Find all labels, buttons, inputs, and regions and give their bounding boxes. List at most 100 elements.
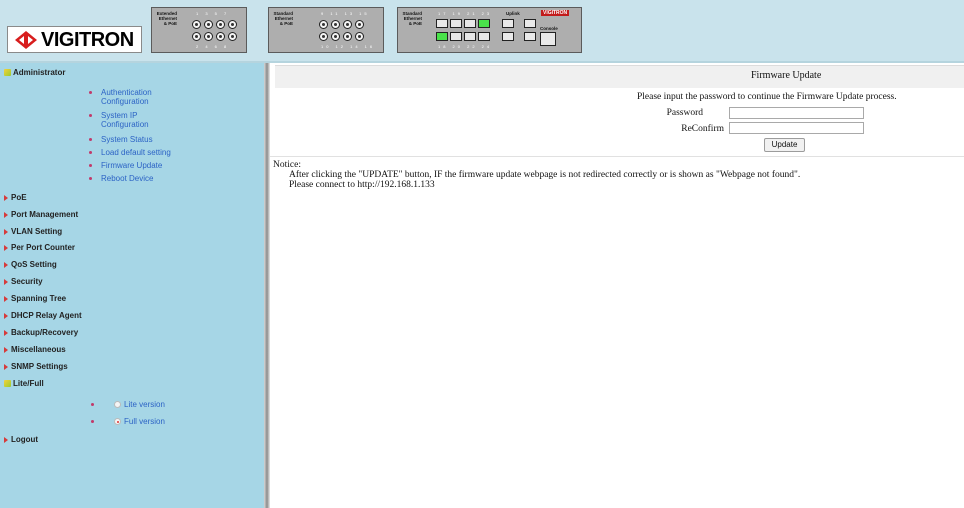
- divider: [270, 156, 964, 157]
- menu-label: Miscellaneous: [11, 345, 66, 354]
- instruction-text: Please input the password to continue th…: [637, 92, 897, 102]
- menu-backup-recovery[interactable]: Backup/Recovery: [4, 328, 78, 338]
- lite-version-radio[interactable]: [114, 401, 121, 408]
- collapsed-arrow-icon: [4, 436, 8, 443]
- menu-lite-full[interactable]: Lite/Full: [4, 379, 44, 389]
- menu-spanning-tree[interactable]: Spanning Tree: [4, 294, 66, 304]
- frame-divider[interactable]: [264, 63, 270, 508]
- menu-dhcp-relay-agent[interactable]: DHCP Relay Agent: [4, 311, 82, 321]
- menu-label: SNMP Settings: [11, 362, 68, 371]
- port-icon: [343, 32, 352, 41]
- bullet-icon: [89, 114, 92, 117]
- reconfirm-input[interactable]: [729, 122, 864, 134]
- port-icon: [355, 32, 364, 41]
- switch-panel-standard-1: Standard Ethernet & PoE 9 11 13 15 10 12…: [268, 7, 384, 53]
- radio-label: Lite version: [124, 400, 165, 409]
- menu-administrator[interactable]: Administrator: [4, 68, 65, 78]
- password-input[interactable]: [729, 107, 864, 119]
- uplink-port-icon: [524, 19, 536, 28]
- reconfirm-label: ReConfirm: [681, 124, 724, 134]
- uplink-port-icon: [524, 32, 536, 41]
- notice-line-2: Please connect to http://192.168.1.133: [289, 180, 435, 190]
- console-label: Console: [540, 26, 558, 31]
- header-banner: VIGITRON Extended Ethernet & PoE 1 3 5 7…: [0, 0, 964, 63]
- collapsed-arrow-icon: [4, 261, 8, 268]
- sidebar-item-label: Authentication Configuration: [101, 88, 152, 106]
- panel-label-line: & PoE: [163, 21, 177, 26]
- collapsed-arrow-icon: [4, 363, 8, 370]
- sidebar-item-label: System IP Configuration: [101, 111, 149, 129]
- sidebar-item-label: Reboot Device: [101, 174, 154, 183]
- menu-miscellaneous[interactable]: Miscellaneous: [4, 345, 66, 355]
- collapsed-arrow-icon: [4, 228, 8, 235]
- uplink-label: Uplink: [506, 11, 520, 16]
- menu-label: Lite/Full: [13, 379, 44, 388]
- notice-line-1: After clicking the "UPDATE" button, IF t…: [289, 170, 801, 180]
- menu-label: Spanning Tree: [11, 294, 67, 303]
- menu-label: Administrator: [13, 68, 66, 77]
- page-title: Firmware Update: [751, 70, 822, 81]
- collapsed-arrow-icon: [4, 278, 8, 285]
- menu-qos-setting[interactable]: QoS Setting: [4, 260, 57, 270]
- port-numbers-bottom: 18 20 22 24: [438, 44, 493, 49]
- port-icon: [216, 32, 225, 41]
- menu-label: QoS Setting: [11, 260, 57, 269]
- port-icon: [331, 32, 340, 41]
- collapsed-arrow-icon: [4, 329, 8, 336]
- menu-label: VLAN Setting: [11, 227, 63, 236]
- switch-panel-extended: Extended Ethernet & PoE 1 3 5 7 2 4 6 8: [151, 7, 247, 53]
- port-icon: [228, 20, 237, 29]
- bullet-icon: [91, 420, 94, 423]
- menu-label: Logout: [11, 435, 39, 444]
- menu-per-port-counter[interactable]: Per Port Counter: [4, 243, 75, 253]
- port-icon: [331, 20, 340, 29]
- port-numbers-bottom: 10 12 14 16: [321, 44, 376, 49]
- sidebar-item-label: Load default setting: [101, 148, 171, 157]
- menu-label: Security: [11, 277, 43, 286]
- uplink-port-icon: [502, 19, 514, 28]
- panel-label-line: & PoE: [279, 21, 293, 26]
- menu-logout[interactable]: Logout: [4, 435, 38, 445]
- menu-port-management[interactable]: Port Management: [4, 210, 78, 220]
- bullet-icon: [89, 151, 92, 154]
- menu-vlan-setting[interactable]: VLAN Setting: [4, 227, 62, 237]
- port-numbers-top: 17 19 21 23: [438, 11, 493, 16]
- menu-label: DHCP Relay Agent: [11, 311, 82, 320]
- sfp-port-active-icon: [436, 32, 448, 41]
- port-numbers-top: 1 3 5 7: [196, 11, 230, 16]
- bullet-icon: [89, 177, 92, 180]
- sfp-port-icon: [450, 32, 462, 41]
- menu-poe[interactable]: PoE: [4, 193, 27, 203]
- vigitron-diamond-icon: [15, 31, 37, 49]
- port-icon: [319, 32, 328, 41]
- vigitron-logo: VIGITRON: [7, 26, 142, 53]
- port-icon: [192, 32, 201, 41]
- console-port-icon: [540, 32, 556, 46]
- update-button[interactable]: Update: [764, 138, 805, 152]
- collapsed-arrow-icon: [4, 346, 8, 353]
- bullet-icon: [91, 403, 94, 406]
- collapsed-arrow-icon: [4, 211, 8, 218]
- collapsed-arrow-icon: [4, 244, 8, 251]
- full-version-radio[interactable]: [114, 418, 121, 425]
- page-title-bar: Firmware Update: [275, 65, 964, 88]
- mini-logo: VIGITRON: [541, 10, 570, 16]
- port-icon: [204, 32, 213, 41]
- port-icon: [343, 20, 352, 29]
- bullet-icon: [89, 164, 92, 167]
- sfp-port-icon: [478, 32, 490, 41]
- menu-security[interactable]: Security: [4, 277, 43, 287]
- menu-snmp-settings[interactable]: SNMP Settings: [4, 362, 68, 372]
- switch-panel-standard-2: Standard Ethernet & PoE 17 19 21 23 18 2…: [397, 7, 582, 53]
- menu-open-icon: [4, 380, 11, 388]
- menu-label: Backup/Recovery: [11, 328, 79, 337]
- menu-label: Per Port Counter: [11, 243, 76, 252]
- sidebar-item-label: System Status: [101, 135, 153, 144]
- radio-label: Full version: [124, 417, 165, 426]
- port-numbers-bottom: 2 4 6 8: [196, 44, 230, 49]
- uplink-port-icon: [502, 32, 514, 41]
- sfp-port-active-icon: [478, 19, 490, 28]
- collapsed-arrow-icon: [4, 312, 8, 319]
- collapsed-arrow-icon: [4, 295, 8, 302]
- password-label: Password: [666, 108, 703, 118]
